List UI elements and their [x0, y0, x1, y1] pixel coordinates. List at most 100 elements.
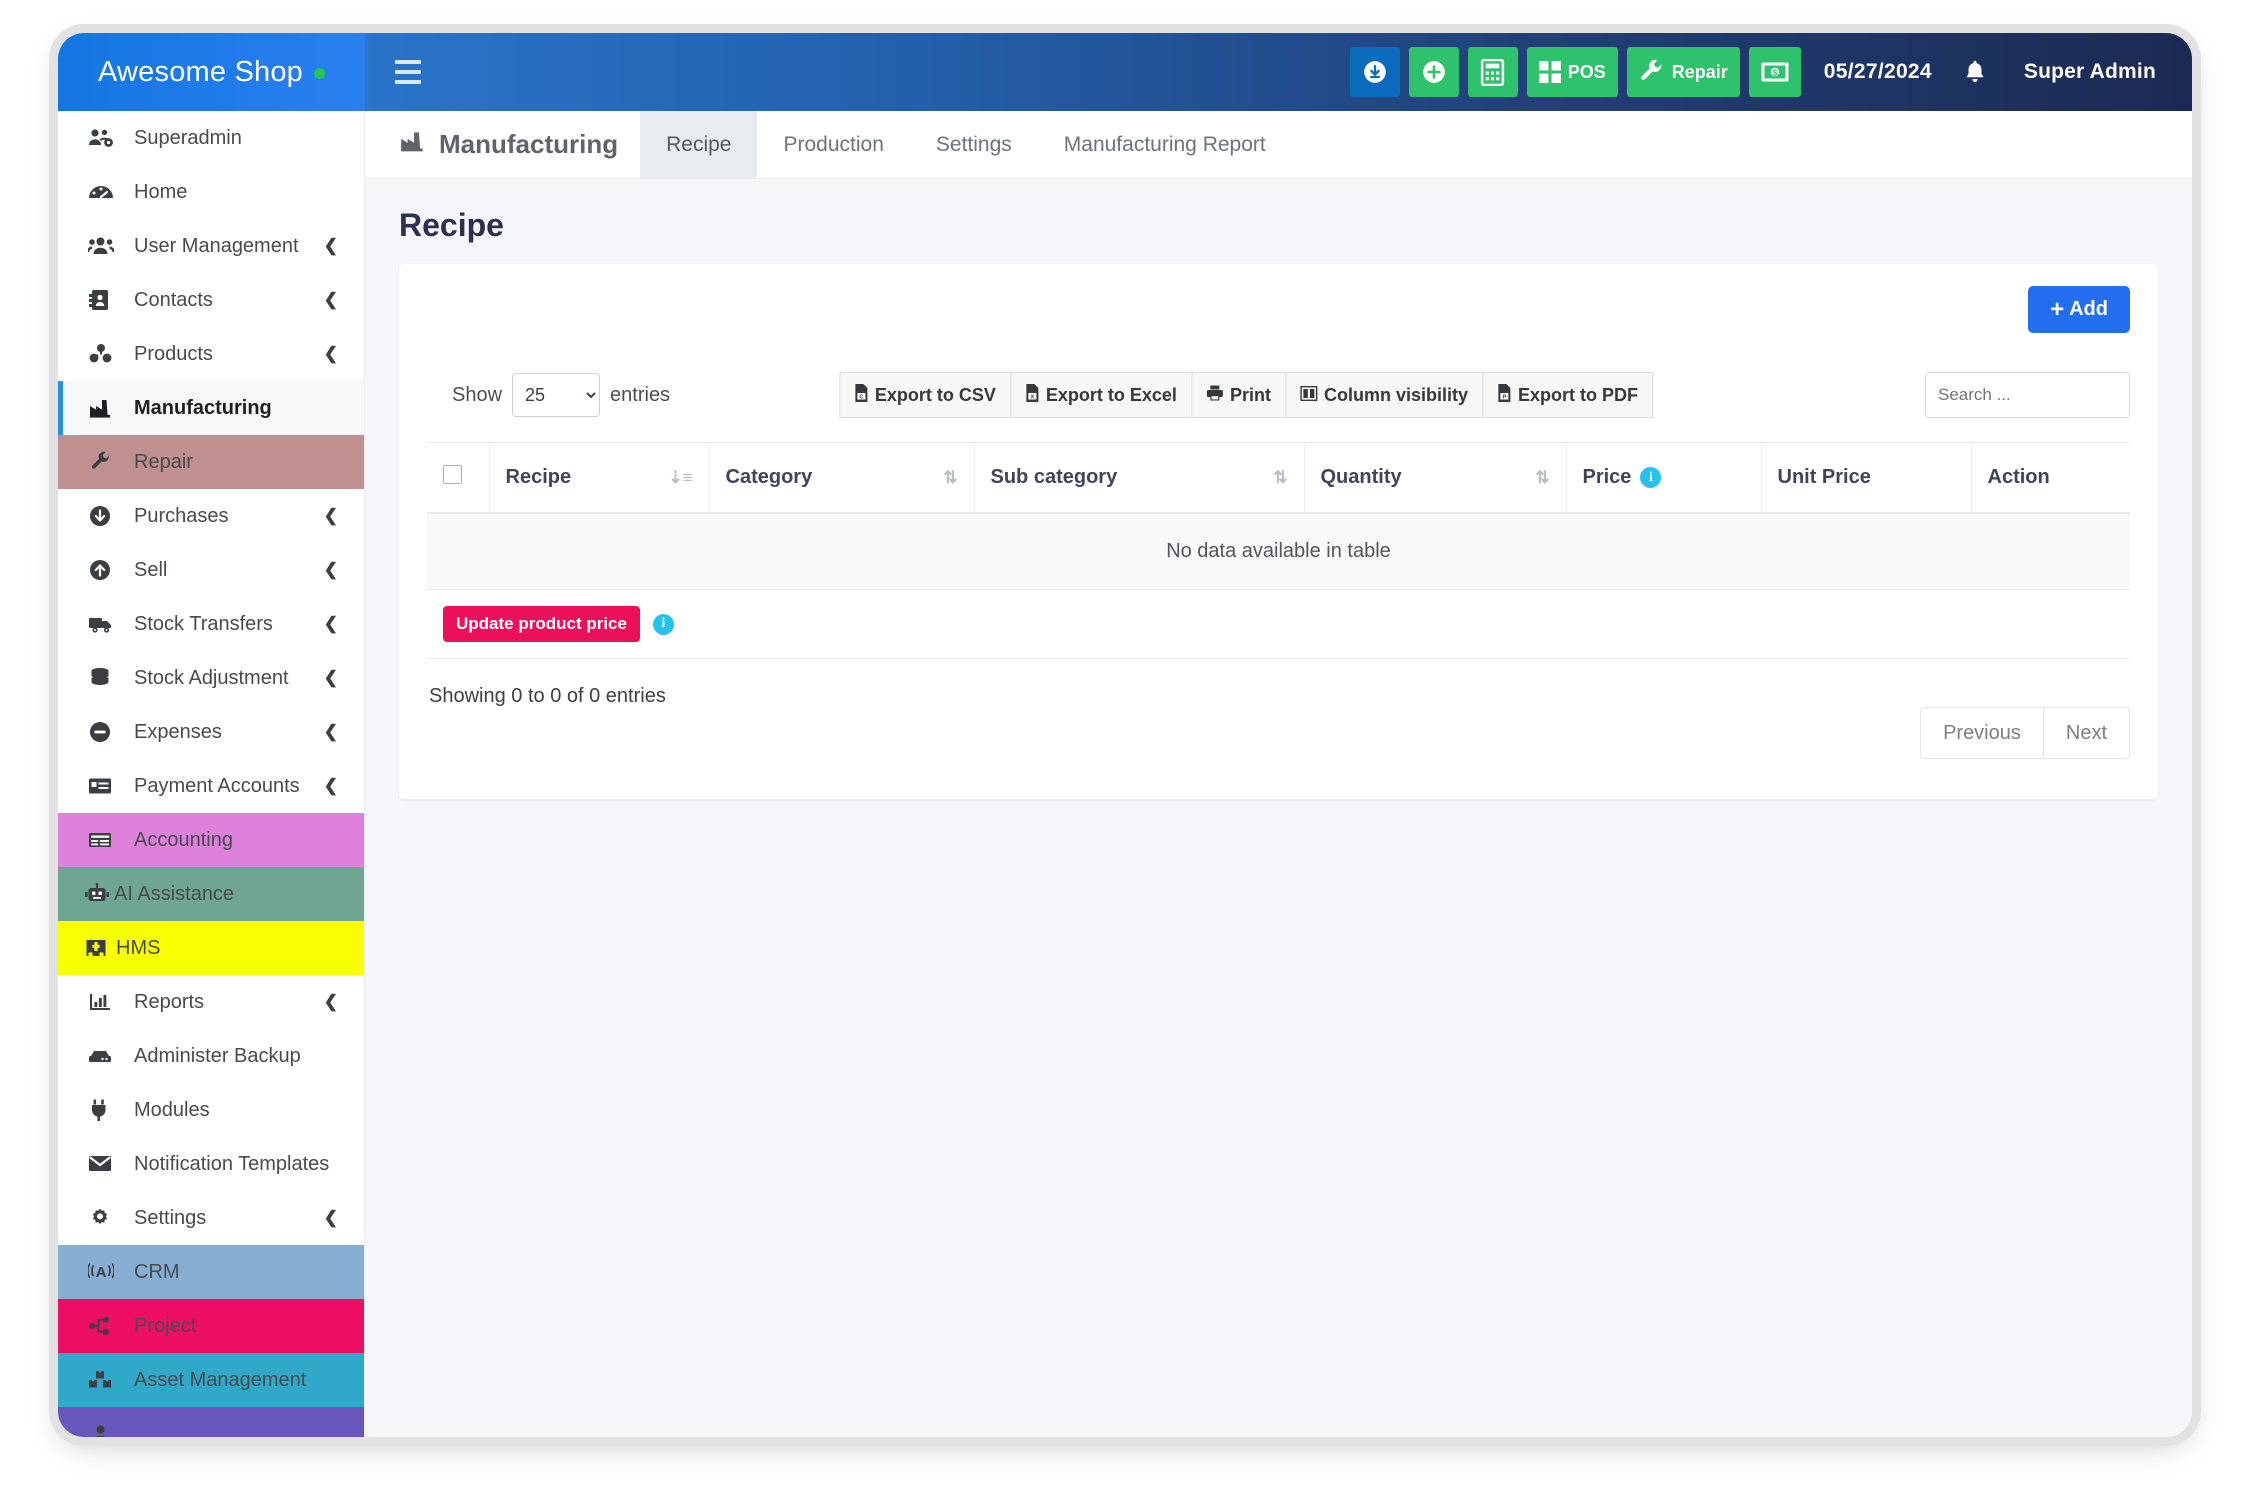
column-category[interactable]: Category ⇅	[709, 443, 974, 514]
column-sub-category[interactable]: Sub category ⇅	[974, 443, 1304, 514]
navbar: POS Repair $ 05/27/2024	[365, 33, 2192, 111]
sidebar-item-sell[interactable]: Sell ❮	[58, 543, 364, 597]
table-controls: Show 25 50 100 entries C Export to CSV	[427, 366, 2130, 424]
brand-status-dot	[314, 68, 325, 79]
sidebar-item-notification-templates[interactable]: Notification Templates	[58, 1137, 364, 1191]
table-header-row: Recipe ⇣≡ Category ⇅	[427, 443, 2130, 514]
sidebar-item-stock-adjustment[interactable]: Stock Adjustment ❮	[58, 651, 364, 705]
sidebar-item-payment-accounts[interactable]: Payment Accounts ❮	[58, 759, 364, 813]
hamburger-menu-icon[interactable]	[389, 55, 429, 89]
previous-page-button[interactable]: Previous	[1920, 707, 2043, 759]
sidebar-item-reports[interactable]: Reports ❮	[58, 975, 364, 1029]
add-new-button[interactable]	[1409, 47, 1459, 97]
sidebar-item-expenses[interactable]: Expenses ❮	[58, 705, 364, 759]
sidebar-item-accounting[interactable]: Accounting	[58, 813, 364, 867]
export-to-csv-button[interactable]: C Export to CSV	[839, 372, 1010, 418]
print-button[interactable]: Print	[1191, 372, 1285, 418]
sidebar-item-stock-transfers[interactable]: Stock Transfers ❮	[58, 597, 364, 651]
sidebar-item-hms[interactable]: HMS	[58, 921, 364, 975]
sidebar-item-repair[interactable]: Repair	[58, 435, 364, 489]
column-label: Price	[1583, 466, 1632, 489]
pos-button[interactable]: POS	[1527, 47, 1618, 97]
notification-bell-icon[interactable]	[1963, 59, 1987, 85]
tab-recipe[interactable]: Recipe	[640, 111, 757, 178]
sidebar-item-label: Stock Adjustment	[134, 667, 308, 690]
select-all-checkbox[interactable]	[443, 465, 462, 484]
sidebar-item-administer-backup[interactable]: Administer Backup	[58, 1029, 364, 1083]
sidebar-item-superadmin[interactable]: Superadmin	[58, 111, 364, 165]
money-bill-icon: $	[1761, 62, 1789, 82]
sidebar-item-project[interactable]: Project	[58, 1299, 364, 1353]
search-input[interactable]	[1925, 372, 2130, 418]
button-label: Export to CSV	[875, 385, 996, 406]
entries-select[interactable]: 25 50 100	[512, 373, 600, 417]
next-page-button[interactable]: Next	[2043, 707, 2130, 759]
update-price-cell: Update product price i	[427, 590, 2130, 659]
column-visibility-button[interactable]: Column visibility	[1285, 372, 1482, 418]
tab-settings[interactable]: Settings	[910, 111, 1038, 178]
module-tab-bar: Manufacturing Recipe Production Settings…	[365, 111, 2192, 179]
column-action: Action	[1971, 443, 2130, 514]
info-circle-icon[interactable]: i	[653, 614, 674, 635]
entries-label: entries	[610, 384, 670, 407]
envelope-icon	[88, 1154, 118, 1174]
sidebar-item-products[interactable]: Products ❮	[58, 327, 364, 381]
wrench-icon	[88, 451, 118, 473]
sidebar-item-user-management[interactable]: User Management ❮	[58, 219, 364, 273]
repair-button[interactable]: Repair	[1627, 47, 1740, 97]
tab-label: Settings	[936, 133, 1012, 157]
sidebar-item-modules[interactable]: Modules	[58, 1083, 364, 1137]
hdd-icon	[88, 1045, 118, 1067]
sidebar-item-label: HMS	[116, 937, 364, 960]
update-product-price-button[interactable]: Update product price	[443, 606, 640, 642]
sidebar-item-home[interactable]: Home	[58, 165, 364, 219]
tab-label: Manufacturing Report	[1064, 133, 1266, 157]
column-label: Category	[726, 466, 813, 489]
sidebar-item-contacts[interactable]: Contacts ❮	[58, 273, 364, 327]
sidebar-item-label: Purchases	[134, 505, 308, 528]
column-unit-price: Unit Price	[1761, 443, 1971, 514]
export-to-excel-button[interactable]: X Export to Excel	[1010, 372, 1191, 418]
tab-manufacturing-report[interactable]: Manufacturing Report	[1038, 111, 1292, 178]
export-to-pdf-button[interactable]: P Export to PDF	[1482, 372, 1653, 418]
calculator-button[interactable]	[1468, 47, 1518, 97]
download-app-button[interactable]	[1350, 47, 1400, 97]
factory-icon	[88, 397, 118, 419]
column-label: Action	[1988, 466, 2050, 489]
top-bar: Awesome Shop	[58, 33, 2192, 111]
button-label: Export to PDF	[1518, 385, 1638, 406]
sort-desc-icon: ⇣≡	[654, 468, 692, 488]
sidebar-item-label: Asset Management	[134, 1369, 364, 1392]
sidebar-item-purchases[interactable]: Purchases ❮	[58, 489, 364, 543]
sidebar-item-crm[interactable]: A CRM	[58, 1245, 364, 1299]
cash-register-button[interactable]: $	[1749, 47, 1801, 97]
sidebar-item-label: Administer Backup	[134, 1045, 364, 1068]
sidebar-item-label: Payment Accounts	[134, 775, 308, 798]
bar-chart-icon	[88, 991, 118, 1013]
sidebar-item-ai-assistance[interactable]: AI Assistance	[58, 867, 364, 921]
info-circle-icon[interactable]: i	[1640, 467, 1661, 488]
sidebar-item-extra[interactable]	[58, 1407, 364, 1437]
card-toolbar: + Add	[427, 286, 2130, 346]
add-button[interactable]: + Add	[2028, 286, 2130, 333]
chevron-left-icon: ❮	[324, 290, 338, 310]
sidebar-item-asset-management[interactable]: Asset Management	[58, 1353, 364, 1407]
sidebar-item-label: Notification Templates	[134, 1153, 364, 1176]
sidebar-item-manufacturing[interactable]: Manufacturing	[58, 381, 364, 435]
ledger-icon	[88, 829, 118, 851]
svg-text:$: $	[1773, 68, 1778, 77]
navbar-actions: POS Repair $ 05/27/2024	[1350, 47, 2156, 97]
sort-none-icon: ⇅	[929, 468, 957, 488]
sidebar-item-settings[interactable]: Settings ❮	[58, 1191, 364, 1245]
card-icon	[88, 775, 118, 797]
user-name[interactable]: Super Admin	[2024, 60, 2156, 84]
tab-production[interactable]: Production	[757, 111, 909, 178]
page-title: Recipe	[365, 179, 2192, 264]
sidebar-item-label: Settings	[134, 1207, 308, 1230]
brand-logo[interactable]: Awesome Shop	[58, 33, 365, 111]
column-recipe[interactable]: Recipe ⇣≡	[489, 443, 709, 514]
table-header: Recipe ⇣≡ Category ⇅	[427, 443, 2130, 514]
cubes-icon	[88, 343, 118, 365]
column-quantity[interactable]: Quantity ⇅	[1304, 443, 1566, 514]
printer-icon	[1206, 385, 1223, 406]
